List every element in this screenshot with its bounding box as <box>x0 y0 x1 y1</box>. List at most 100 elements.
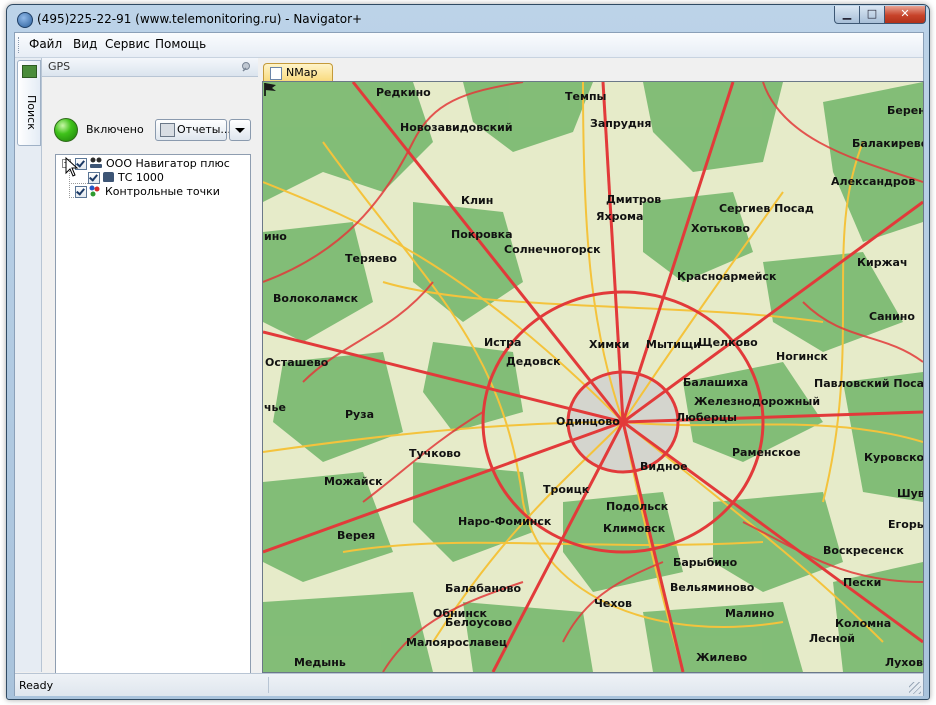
chevron-down-icon <box>235 128 245 133</box>
map-label-troitsk: Троицк <box>543 483 590 496</box>
map-label-peski: Пески <box>843 576 882 589</box>
vehicle-label: ТС 1000 <box>118 171 164 184</box>
map-label-maloyaroslavets: Малоярославец <box>406 636 508 649</box>
search-panel-icon <box>22 65 37 78</box>
map-label-sergiev-posad: Сергиев Посад <box>719 202 814 215</box>
map-label-beren: Берен <box>887 104 924 117</box>
title-bar[interactable]: (495)225-22-91 (www.telemonitoring.ru) -… <box>7 5 929 32</box>
map-label-medyn: Медынь <box>294 656 346 669</box>
gps-panel-title: GPS <box>48 60 71 73</box>
map-label-shuvo: Шуво <box>897 487 923 500</box>
map-view[interactable]: Редкино Темпы Запрудня Берен Новозавидов… <box>262 81 924 673</box>
map-label-dmitrov: Дмитров <box>606 193 662 206</box>
reports-button-label: Отчеты... <box>177 123 231 136</box>
map-label-voskresensk: Воскресенск <box>823 544 904 557</box>
map-label-kolomna: Коломна <box>835 617 892 630</box>
tree-node-organization[interactable]: − ООО Навигатор плюс <box>62 157 247 171</box>
vehicle-checkbox[interactable] <box>88 172 100 184</box>
menu-help[interactable]: Помощь <box>155 37 206 51</box>
map-label-volokolamsk: Волоколамск <box>273 292 359 305</box>
gps-panel: GPS Включено Отчеты... − <box>42 58 258 696</box>
map-area: NMap Редкино Темпы Запрудня Берен Новоза… <box>259 58 924 673</box>
map-label-kirzhach: Киржач <box>857 256 908 269</box>
window-title: (495)225-22-91 (www.telemonitoring.ru) -… <box>37 12 363 26</box>
map-label-che: чье <box>264 401 286 414</box>
map-label-vereya: Верея <box>337 529 376 542</box>
map-label-balashikha: Балашиха <box>683 376 749 389</box>
map-label-barybino: Барыбино <box>673 556 738 569</box>
map-label-velyaminovo: Вельяминово <box>670 581 755 594</box>
close-button[interactable]: ✕ <box>884 6 926 24</box>
document-icon <box>270 67 282 80</box>
status-separator <box>268 677 269 693</box>
map-label-malino: Малино <box>725 607 775 620</box>
map-label-sanino: Санино <box>869 310 915 323</box>
menu-grip <box>18 37 22 53</box>
pin-icon[interactable] <box>240 61 252 73</box>
tab-nmap[interactable]: NMap <box>263 63 333 82</box>
map-label-lyubertsy: Люберцы <box>676 411 737 424</box>
tab-search-label: Поиск <box>25 94 38 130</box>
map-label-shchelkovo: Щелково <box>698 336 758 349</box>
maximize-button[interactable]: □ <box>859 6 885 24</box>
map-label-tuchkovo: Тучково <box>409 447 461 460</box>
status-bar: Ready <box>15 673 923 696</box>
map-label-chekhov: Чехов <box>594 597 632 610</box>
map-label-teryaevo: Теряево <box>345 252 397 265</box>
printer-icon <box>160 123 175 137</box>
resize-grip-icon[interactable] <box>909 682 921 694</box>
map-label-khimki: Химки <box>589 338 630 351</box>
tree-node-control-points[interactable]: Контрольные точки <box>75 185 247 199</box>
menu-service[interactable]: Сервис <box>105 37 150 51</box>
status-indicator-icon <box>54 118 78 142</box>
status-text: Включено <box>86 123 144 136</box>
map-label-ruza: Руза <box>345 408 375 421</box>
reports-dropdown-button[interactable] <box>229 119 251 141</box>
object-tree[interactable]: − ООО Навигатор плюс ТС 1000 <box>55 154 251 696</box>
map-label-pokrovka: Покровка <box>451 228 513 241</box>
app-icon[interactable] <box>17 12 33 28</box>
map-label-ramenskoe: Раменское <box>732 446 801 459</box>
map-label-zheleznodorozhny: Железнодорожный <box>694 395 821 408</box>
tree-node-vehicle[interactable]: ТС 1000 <box>88 171 247 185</box>
map-label-krasnoarmeysk: Красноармейск <box>677 270 777 283</box>
map-label-lesnoy: Лесной <box>809 632 855 645</box>
map-label-khotkovo: Хотьково <box>691 222 750 235</box>
left-tab-strip: Поиск <box>15 58 42 672</box>
map-label-pavlovsky-posad: Павловский Посад <box>814 377 924 390</box>
map-label-lukhovitsy: Луховь <box>885 656 923 669</box>
menu-view[interactable]: Вид <box>73 37 97 51</box>
map-label-balabanovo: Балабаново <box>445 582 522 595</box>
map-label-aleksandrov: Александров <box>831 175 916 188</box>
map-label-podolsk: Подольск <box>606 500 669 513</box>
map-label-vidnoe: Видное <box>640 460 688 473</box>
status-bar-text: Ready <box>19 679 54 692</box>
map-label-solnechnogorsk: Солнечногорск <box>504 243 601 256</box>
menu-bar: Файл Вид Сервис Помощь <box>15 33 923 58</box>
map-label-odintsovo: Одинцово <box>556 415 620 428</box>
map-label-kurovskoe: Куровское <box>864 451 924 464</box>
control-points-icon <box>89 185 100 197</box>
menu-file[interactable]: Файл <box>29 37 62 51</box>
map-label-mytishchi: Мытищи <box>646 338 701 351</box>
map-label-tempy: Темпы <box>565 90 607 103</box>
map-label-zaprudnya: Запрудня <box>590 117 652 130</box>
map-label-istra: Истра <box>484 336 522 349</box>
map-label-belousovo: Белоусово <box>445 616 513 629</box>
map-label-mozhaysk: Можайск <box>324 475 383 488</box>
reports-button[interactable]: Отчеты... <box>155 119 231 141</box>
minimize-button[interactable]: ▁ <box>834 6 860 24</box>
map-label-klimovsk: Климовск <box>603 522 666 535</box>
tab-nmap-label: NMap <box>286 66 318 79</box>
mouse-cursor-icon <box>65 157 79 177</box>
map-label-balakirevo: Балакирево <box>852 137 924 150</box>
organization-icon <box>90 157 102 168</box>
map-label-novozavidovsky: Новозавидовский <box>400 121 513 134</box>
map-label-yakhroma: Яхрома <box>596 210 644 223</box>
app-window: (495)225-22-91 (www.telemonitoring.ru) -… <box>6 4 930 700</box>
map-label-dedovsk: Дедовск <box>506 355 561 368</box>
vehicle-flag-icon[interactable] <box>263 82 277 96</box>
map-label-egorie: Егорье <box>888 518 924 531</box>
control-points-checkbox[interactable] <box>75 186 87 198</box>
tab-search[interactable]: Поиск <box>17 60 41 146</box>
